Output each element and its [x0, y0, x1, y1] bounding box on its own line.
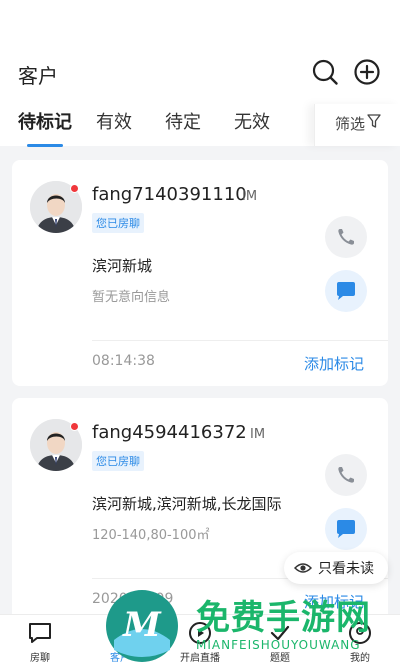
message-icon: [337, 282, 355, 300]
add-mark-link[interactable]: 添加标记: [304, 591, 364, 612]
tabbar-item-tasks[interactable]: 题题: [240, 615, 320, 666]
page-title: 客户: [18, 64, 58, 88]
unread-only-toggle[interactable]: 只看未读: [284, 552, 388, 584]
unread-only-label: 只看未读: [318, 561, 374, 577]
funnel-icon: [367, 114, 381, 128]
customer-icon: [111, 624, 129, 643]
tabbar-item-me[interactable]: 我的: [320, 615, 400, 666]
tabbar-label: 房聊: [30, 653, 50, 664]
add-circle-icon[interactable]: [353, 58, 381, 86]
customer-name: fang4594416372: [92, 422, 247, 443]
customer-card[interactable]: fang7140391110 IM 您已房聊 滨河新城 暂无意向信息 08:14…: [12, 160, 388, 386]
tabbar-item-live[interactable]: 开启直播: [160, 615, 240, 666]
tabbar-item-chat[interactable]: 房聊: [0, 615, 80, 666]
bottom-tab-bar: 房聊 客户 开启直播 题题 我的: [0, 614, 400, 666]
phone-icon: [338, 467, 354, 483]
chat-icon: [29, 623, 51, 643]
filter-label: 筛选: [335, 115, 366, 133]
app-header: 客户 待标记 有效 待定 无效 筛选: [0, 0, 400, 147]
intent-info: 暂无意向信息: [92, 290, 171, 305]
message-icon: [337, 520, 355, 538]
phone-icon: [338, 229, 354, 245]
customer-address: 滨河新城: [92, 257, 153, 275]
contact-time: 08:14:38: [92, 353, 155, 369]
tabbar-item-customers[interactable]: 客户: [80, 615, 160, 666]
online-status-dot: [70, 184, 79, 193]
customer-address: 滨河新城,滨河新城,长龙国际: [92, 495, 282, 513]
check-icon: [270, 625, 290, 641]
im-tag: IM: [242, 189, 258, 204]
message-button[interactable]: [325, 508, 367, 550]
message-button[interactable]: [325, 270, 367, 312]
user-icon: [349, 622, 371, 644]
tabbar-label: 开启直播: [180, 653, 220, 664]
chat-status-badge: 您已房聊: [92, 451, 144, 471]
card-divider: [92, 340, 388, 341]
tab-valid[interactable]: 有效: [96, 108, 132, 134]
contact-time: 2020-09-09: [92, 591, 174, 607]
online-status-dot: [70, 422, 79, 431]
im-tag: IM: [250, 427, 266, 442]
chat-status-badge: 您已房聊: [92, 213, 144, 233]
tab-pending[interactable]: 待定: [165, 108, 201, 134]
eye-icon: [294, 563, 312, 573]
tabbar-label: 客户: [110, 653, 130, 664]
tab-unmarked[interactable]: 待标记: [18, 108, 72, 134]
call-button[interactable]: [325, 216, 367, 258]
tabbar-label: 题题: [270, 653, 290, 664]
search-icon[interactable]: [311, 58, 339, 86]
add-mark-link[interactable]: 添加标记: [304, 353, 364, 374]
filter-tabs: 待标记 有效 待定 无效 筛选: [0, 104, 400, 147]
intent-info: 120-140,80-100㎡: [92, 528, 210, 543]
live-icon: [189, 622, 211, 644]
customer-name: fang7140391110: [92, 184, 247, 205]
customer-card[interactable]: fang4594416372 IM 您已房聊 滨河新城,滨河新城,长龙国际 12…: [12, 398, 388, 628]
filter-button[interactable]: 筛选: [314, 104, 400, 146]
tabbar-label: 我的: [350, 653, 370, 664]
active-tab-indicator: [27, 144, 63, 147]
tab-invalid[interactable]: 无效: [234, 108, 270, 134]
call-button[interactable]: [325, 454, 367, 496]
